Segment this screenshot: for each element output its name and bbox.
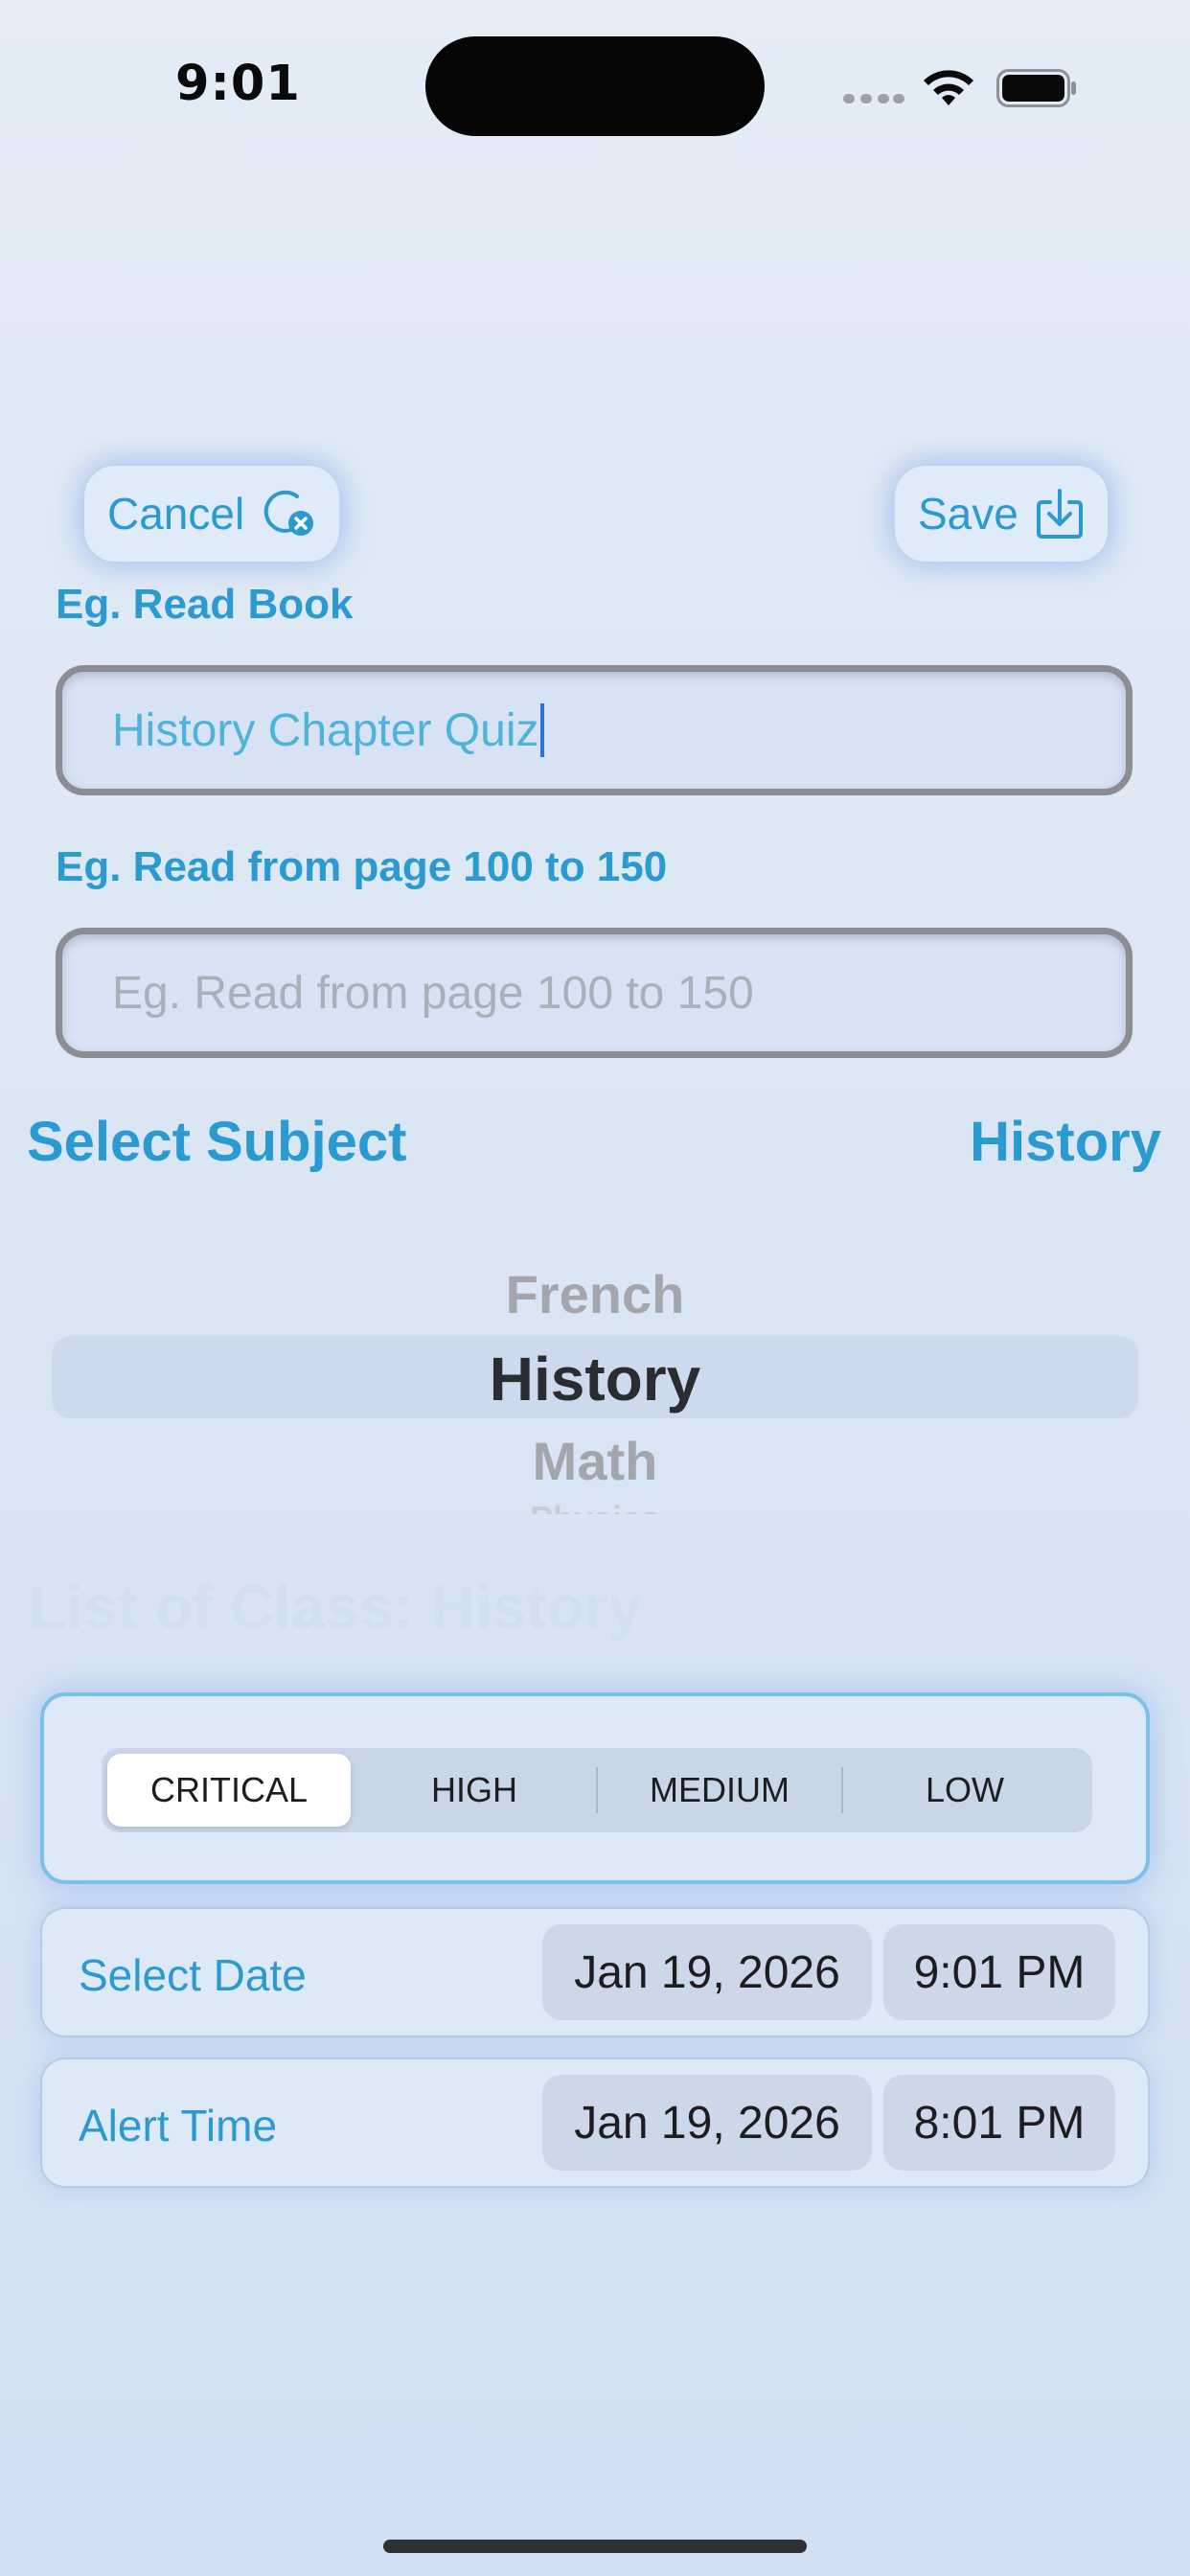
title-field-label: Eg. Read Book (56, 581, 354, 628)
priority-segmented-control[interactable]: CRITICAL HIGH MEDIUM LOW (102, 1748, 1092, 1832)
picker-option-physics[interactable]: Physics (52, 1499, 1138, 1514)
alert-time-time-picker[interactable]: 8:01 PM (883, 2075, 1115, 2171)
description-input[interactable]: Eg. Read from page 100 to 150 (56, 928, 1133, 1058)
alert-time-date-picker[interactable]: Jan 19, 2026 (542, 2075, 872, 2171)
status-time: 9:01 (175, 56, 301, 112)
description-field-label: Eg. Read from page 100 to 150 (56, 843, 668, 890)
subject-wheel-picker[interactable]: French History Math Physics (52, 1255, 1138, 1514)
text-caret (540, 703, 545, 757)
title-input[interactable]: History Chapter Quiz (56, 665, 1133, 795)
selected-subject-value[interactable]: History (970, 1110, 1161, 1174)
picker-option-math[interactable]: Math (52, 1430, 1138, 1492)
priority-option-critical[interactable]: CRITICAL (107, 1754, 351, 1827)
cancel-button[interactable]: Cancel (82, 464, 341, 564)
cancel-button-label: Cancel (107, 489, 245, 539)
save-button-label: Save (918, 489, 1018, 539)
select-date-row: Select Date Jan 19, 2026 9:01 PM (40, 1907, 1150, 2037)
alert-time-row: Alert Time Jan 19, 2026 8:01 PM (40, 2058, 1150, 2188)
priority-card: CRITICAL HIGH MEDIUM LOW (40, 1692, 1150, 1884)
picker-option-french[interactable]: French (52, 1263, 1138, 1325)
title-input-value: History Chapter Quiz (112, 704, 539, 756)
wifi-icon (924, 70, 973, 105)
dynamic-island (425, 36, 765, 136)
cellular-signal-icon (843, 94, 904, 104)
description-input-placeholder: Eg. Read from page 100 to 150 (112, 967, 754, 1019)
priority-option-medium[interactable]: MEDIUM (598, 1754, 841, 1827)
class-list-heading: List of Class: History (29, 1573, 643, 1642)
battery-full-icon (996, 69, 1076, 107)
priority-option-high[interactable]: HIGH (353, 1754, 596, 1827)
alert-time-label: Alert Time (79, 2101, 278, 2150)
home-indicator[interactable] (383, 2540, 807, 2553)
priority-option-low[interactable]: LOW (843, 1754, 1087, 1827)
select-date-time-picker[interactable]: 9:01 PM (883, 1924, 1115, 2020)
download-tray-icon (1037, 489, 1083, 539)
circle-x-icon (263, 490, 313, 536)
select-date-date-picker[interactable]: Jan 19, 2026 (542, 1924, 872, 2020)
select-date-label: Select Date (79, 1950, 307, 2000)
select-subject-label: Select Subject (27, 1111, 407, 1173)
picker-option-history[interactable]: History (52, 1344, 1138, 1414)
save-button[interactable]: Save (893, 464, 1110, 564)
